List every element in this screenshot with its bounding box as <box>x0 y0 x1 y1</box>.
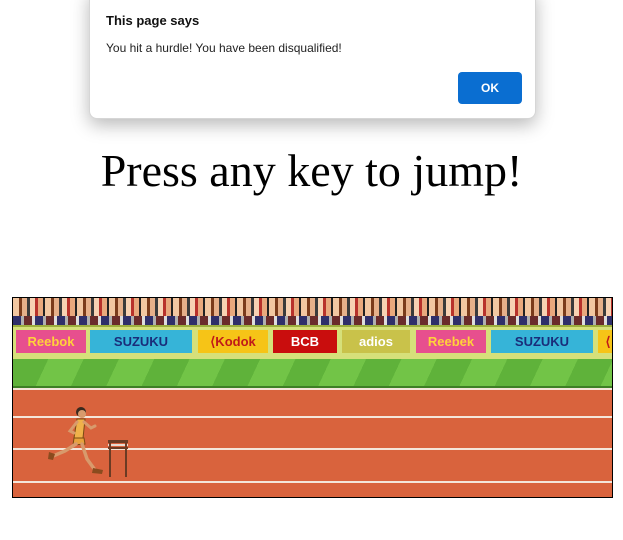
sponsor-banner: SUZUKU <box>90 330 192 353</box>
jump-instruction: Press any key to jump! <box>100 145 523 196</box>
dialog-title: This page says <box>106 13 200 28</box>
sponsor-banner: BCB <box>273 330 337 353</box>
runner-sprite-icon <box>48 407 103 474</box>
lane-line <box>13 481 612 483</box>
sponsor-banner: Reebek <box>416 330 486 353</box>
sponsor-banner: ⟨ <box>598 330 612 353</box>
sponsor-banner-rail: Reebok SUZUKU ⟨Kodok BCB adios Reebek SU… <box>13 325 612 361</box>
lane-line <box>13 388 612 390</box>
sponsor-banner: adios <box>342 330 410 353</box>
hurdle-sprite-icon <box>108 440 128 477</box>
sponsor-banner: Reebok <box>16 330 86 353</box>
sponsor-banner: ⟨Kodok <box>198 330 268 353</box>
dialog-message: You hit a hurdle! You have been disquali… <box>106 41 342 55</box>
ok-button[interactable]: OK <box>458 72 522 104</box>
game-canvas[interactable]: Reebok SUZUKU ⟨Kodok BCB adios Reebek SU… <box>12 297 613 498</box>
sponsor-banner: SUZUKU <box>491 330 593 353</box>
alert-dialog: This page says You hit a hurdle! You hav… <box>89 0 536 119</box>
grass-strip <box>13 359 612 388</box>
crowd-stands <box>13 298 612 325</box>
